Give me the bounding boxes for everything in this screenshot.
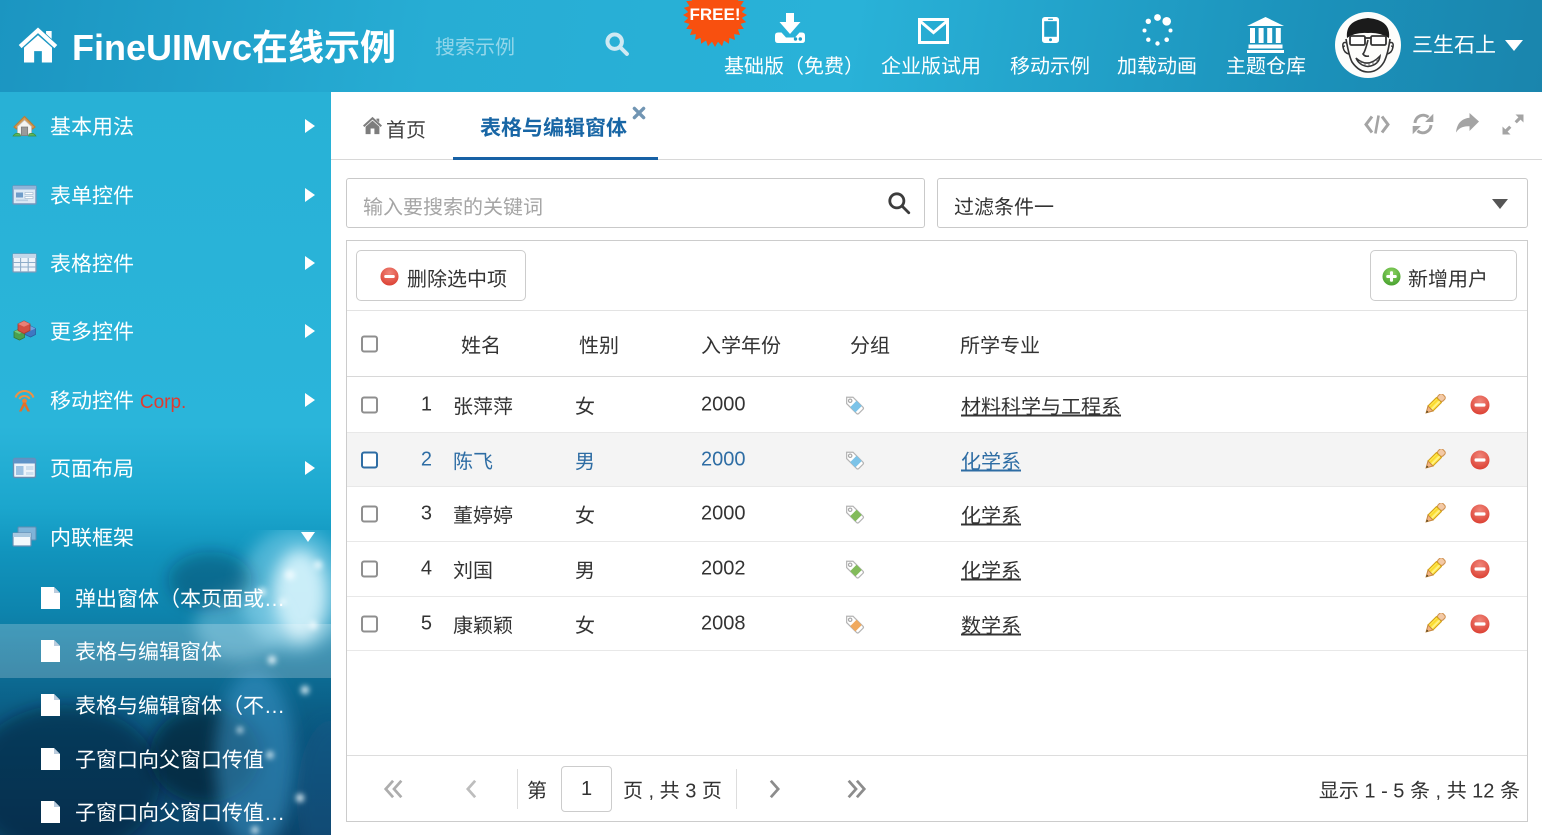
svg-text:FREE!: FREE! bbox=[690, 5, 741, 24]
